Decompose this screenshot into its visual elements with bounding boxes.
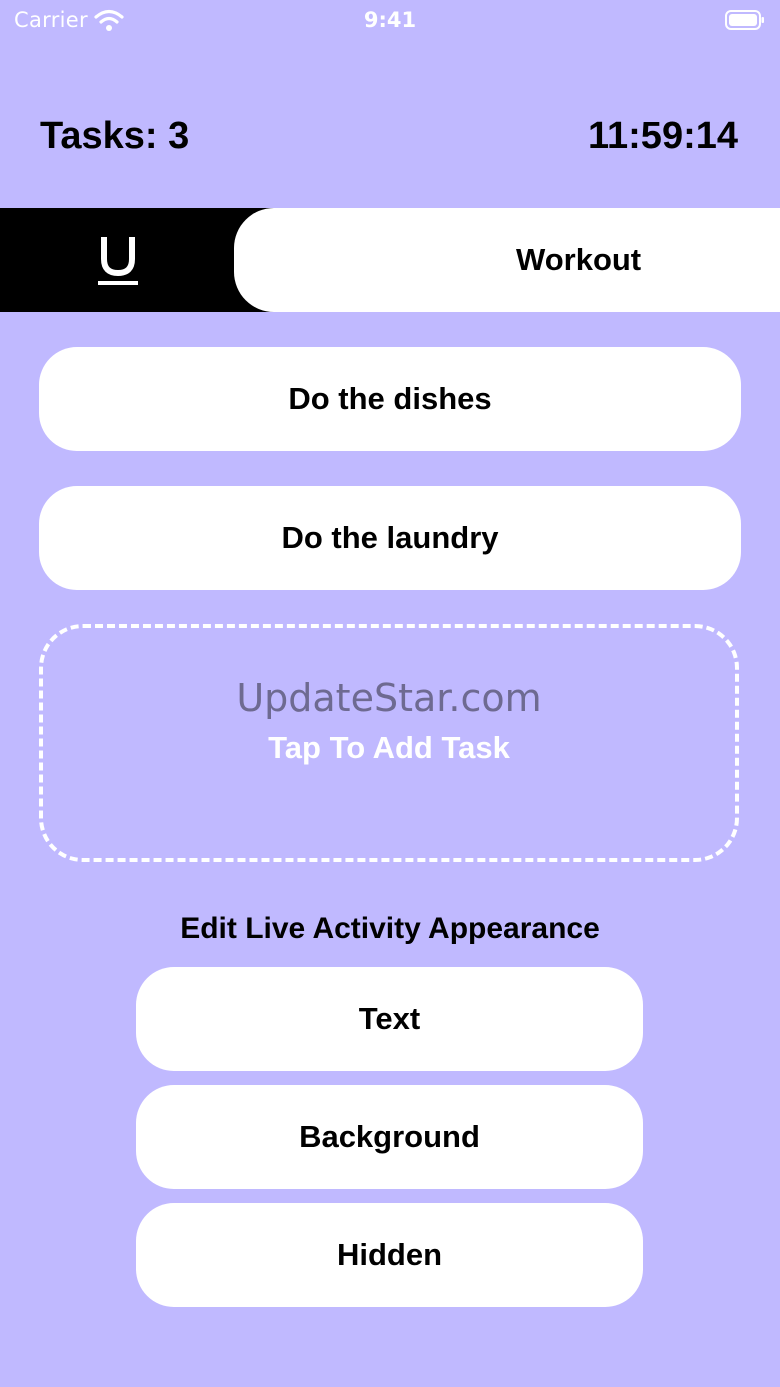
appearance-background-button[interactable]: Background — [136, 1085, 643, 1189]
timer: 11:59:14 — [587, 115, 738, 157]
option-label: Text — [358, 1001, 421, 1036]
task-item[interactable]: Do the dishes — [39, 347, 741, 451]
appearance-text-button[interactable]: Text — [136, 967, 643, 1071]
add-task-label: Tap To Add Task — [268, 730, 510, 765]
header: Tasks: 3 11:59:14 — [40, 115, 740, 165]
tasks-count: Tasks: 3 — [40, 115, 190, 157]
watermark: UpdateStar.com — [236, 676, 542, 720]
option-label: Background — [299, 1119, 480, 1154]
option-label: Hidden — [336, 1237, 443, 1272]
appearance-hidden-button[interactable]: Hidden — [136, 1203, 643, 1307]
appearance-title: Edit Live Activity Appearance — [180, 912, 600, 945]
status-time: 9:41 — [363, 8, 417, 32]
category-tab-label: Workout — [516, 242, 642, 277]
category-icon-button[interactable] — [0, 208, 236, 312]
battery-icon — [725, 10, 764, 30]
underline-icon — [98, 237, 138, 285]
task-label: Do the laundry — [281, 520, 499, 555]
category-bar: Workout — [0, 208, 780, 312]
task-label: Do the dishes — [288, 381, 492, 416]
add-task-button[interactable]: UpdateStar.com Tap To Add Task — [39, 624, 739, 862]
category-tab-workout[interactable]: Workout — [234, 208, 780, 312]
status-bar: Carrier 9:41 — [0, 0, 780, 40]
task-item[interactable]: Do the laundry — [39, 486, 741, 590]
